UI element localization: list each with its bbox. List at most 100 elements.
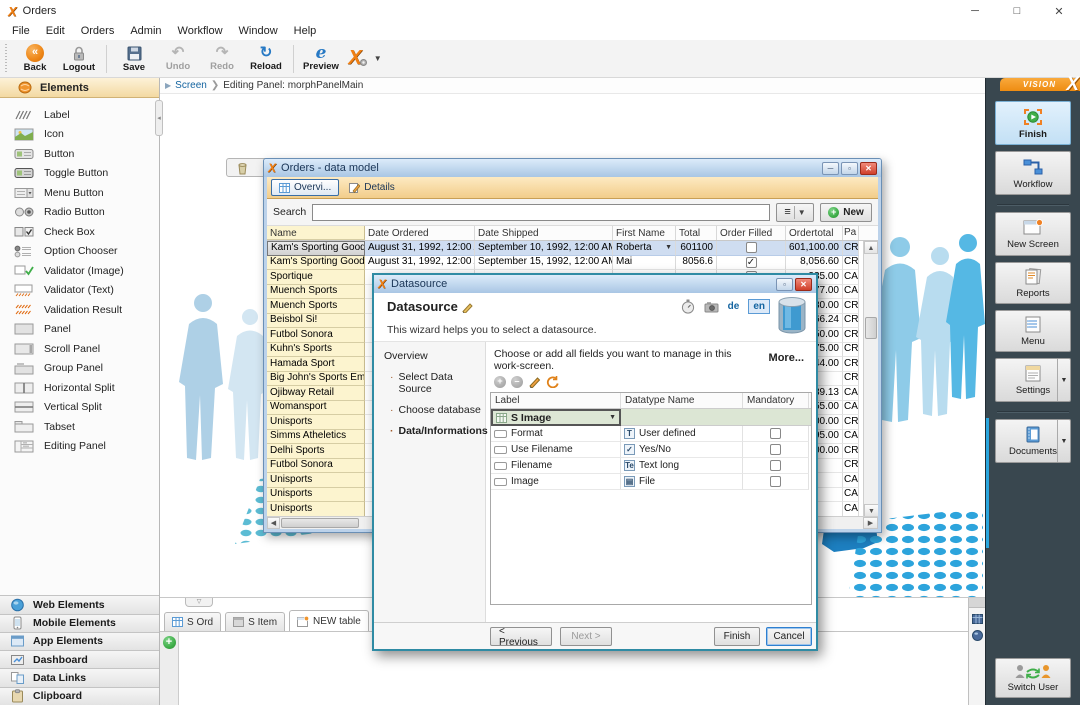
column-header[interactable]: Order Filled — [717, 226, 786, 240]
menu-item[interactable]: File — [4, 22, 38, 40]
order-filled-checkbox[interactable] — [746, 242, 757, 253]
menu-item[interactable]: Admin — [122, 22, 169, 40]
combo-arrow-icon[interactable]: ▼ — [609, 414, 616, 421]
cell-name[interactable]: Hamada Sport — [267, 357, 365, 372]
mandatory-checkbox[interactable] — [770, 428, 781, 439]
element-validator-image[interactable]: Validator (Image) — [0, 261, 159, 281]
cell-name[interactable]: Beisbol Si! — [267, 314, 365, 329]
field-row[interactable]: Filename TeText long — [491, 458, 811, 474]
workflow-button[interactable]: Workflow — [995, 151, 1071, 195]
trash-icon[interactable] — [236, 161, 249, 175]
wizard-step[interactable]: · Data/Informations — [384, 425, 485, 437]
cell-name[interactable]: Unisports — [267, 473, 365, 488]
undo-button[interactable]: ↶ Undo — [156, 42, 200, 76]
scroll-up-icon[interactable]: ▲ — [864, 241, 878, 254]
dialog-maximize-button[interactable]: ▫ — [776, 278, 793, 291]
mandatory-checkbox[interactable] — [770, 476, 781, 487]
menu-item[interactable]: Orders — [73, 22, 123, 40]
column-header[interactable]: Date Shipped — [475, 226, 613, 240]
new-screen-button[interactable]: New Screen — [995, 212, 1071, 256]
element-vertical-split[interactable]: Vertical Split — [0, 398, 159, 418]
edit-field-pencil-icon[interactable] — [528, 375, 541, 388]
cell-pa[interactable]: CAS — [843, 488, 859, 503]
cell-pa[interactable]: CRI — [843, 328, 859, 343]
settings-dropdown-arrow[interactable]: ▼ — [1057, 359, 1070, 401]
order-filled-checkbox[interactable] — [746, 257, 757, 268]
close-button[interactable]: ✕ — [1038, 0, 1080, 22]
add-column-button[interactable]: + — [163, 636, 176, 649]
menu-item[interactable]: Workflow — [170, 22, 231, 40]
edit-pencil-icon[interactable] — [461, 301, 474, 313]
element-label[interactable]: Label — [0, 105, 159, 125]
cell-pa[interactable]: CAS — [843, 502, 859, 517]
cell-name[interactable]: Kuhn's Sports — [267, 343, 365, 358]
cell-name[interactable]: Delhi Sports — [267, 444, 365, 459]
stopwatch-icon[interactable] — [681, 299, 695, 314]
preview-button[interactable]: e Preview — [299, 42, 343, 76]
documents-button[interactable]: Documents ▼ — [995, 419, 1071, 463]
cell-pa[interactable]: CRI — [843, 459, 859, 474]
section-dashboard[interactable]: Dashboard — [0, 650, 159, 668]
column-header[interactable]: Ordertotal — [786, 226, 843, 240]
table-menu-button[interactable]: ≡ ▼ — [776, 203, 814, 222]
cell-pa[interactable]: CRI — [843, 343, 859, 358]
cell-name[interactable]: Futbol Sonora — [267, 328, 365, 343]
scrollbar-thumb[interactable] — [865, 317, 877, 339]
tab-new-table[interactable]: NEW table — [289, 610, 369, 631]
element-group-panel[interactable]: Group Panel — [0, 359, 159, 379]
window-minimize-button[interactable]: ─ — [822, 162, 839, 175]
column-header[interactable]: Total — [676, 226, 717, 240]
field-row[interactable]: Format TUser defined — [491, 426, 811, 442]
new-record-button[interactable]: + New — [820, 203, 872, 222]
tab-overview[interactable]: Overvi... — [271, 179, 339, 196]
element-button[interactable]: Button — [0, 144, 159, 164]
cell-name[interactable]: Muench Sports — [267, 285, 365, 300]
cell-pa[interactable]: CRI — [843, 415, 859, 430]
dialog-close-button[interactable]: ✕ — [795, 278, 812, 291]
cell-first-name[interactable]: Mai — [613, 256, 676, 271]
cell-name[interactable]: Kam's Sporting Goods — [267, 256, 365, 271]
table-row[interactable]: Kam's Sporting Goods August 31, 1992, 12… — [267, 256, 878, 271]
wizard-overview-label[interactable]: Overview — [384, 350, 485, 362]
switch-user-button[interactable]: Switch User — [995, 658, 1071, 698]
menu-panel-button[interactable]: Menu — [995, 310, 1071, 352]
tab-details[interactable]: Details — [342, 179, 402, 196]
tab-s-item[interactable]: S Item — [225, 612, 285, 631]
camera-icon[interactable] — [704, 301, 719, 313]
element-menu-button[interactable]: Menu Button — [0, 183, 159, 203]
scroll-left-icon[interactable]: ◀ — [267, 517, 280, 529]
finish-button[interactable]: Finish — [714, 627, 760, 646]
remove-field-button[interactable]: – — [511, 376, 523, 388]
next-button[interactable]: Next > — [560, 627, 612, 646]
cell-pa[interactable]: CAS — [843, 270, 859, 285]
element-tabset[interactable]: Tabset — [0, 417, 159, 437]
cell-pa[interactable]: CRI — [843, 256, 859, 271]
previous-button[interactable]: < Previous — [490, 627, 552, 646]
cell-pa[interactable]: CRI — [843, 241, 859, 256]
tab-s-ord[interactable]: S Ord — [164, 612, 221, 631]
cell-date-shipped[interactable]: September 10, 1992, 12:00 AM▼ — [475, 241, 613, 256]
cell-name[interactable]: Futbol Sonora — [267, 459, 365, 474]
cell-name[interactable]: Muench Sports — [267, 299, 365, 314]
field-group-row[interactable]: S Image ▼ — [491, 409, 811, 426]
element-icon[interactable]: Icon — [0, 125, 159, 145]
cell-name[interactable]: Unisports — [267, 488, 365, 503]
breadcrumb-root[interactable]: Screen — [175, 80, 207, 91]
element-radio-button[interactable]: Radio Button — [0, 203, 159, 223]
element-check-box[interactable]: Check Box — [0, 222, 159, 242]
documents-dropdown-arrow[interactable]: ▼ — [1057, 420, 1070, 462]
more-link[interactable]: More... — [769, 352, 804, 364]
section-mobile-elements[interactable]: Mobile Elements — [0, 614, 159, 632]
cell-pa[interactable]: CAS — [843, 285, 859, 300]
cell-name[interactable]: Simms Atheletics — [267, 430, 365, 445]
table-panel-icon[interactable] — [972, 614, 983, 624]
elements-header[interactable]: Elements — [0, 78, 159, 98]
element-horizontal-split[interactable]: Horizontal Split — [0, 378, 159, 398]
cell-date-ordered[interactable]: August 31, 1992, 12:00 AM▼ — [365, 241, 475, 256]
element-toggle-button[interactable]: Toggle Button — [0, 164, 159, 184]
save-button[interactable]: Save — [112, 42, 156, 76]
cell-first-name[interactable]: Roberta▼ — [613, 241, 676, 256]
cell-pa[interactable]: CAS — [843, 401, 859, 416]
element-panel[interactable]: Panel — [0, 320, 159, 340]
mandatory-checkbox[interactable] — [770, 444, 781, 455]
